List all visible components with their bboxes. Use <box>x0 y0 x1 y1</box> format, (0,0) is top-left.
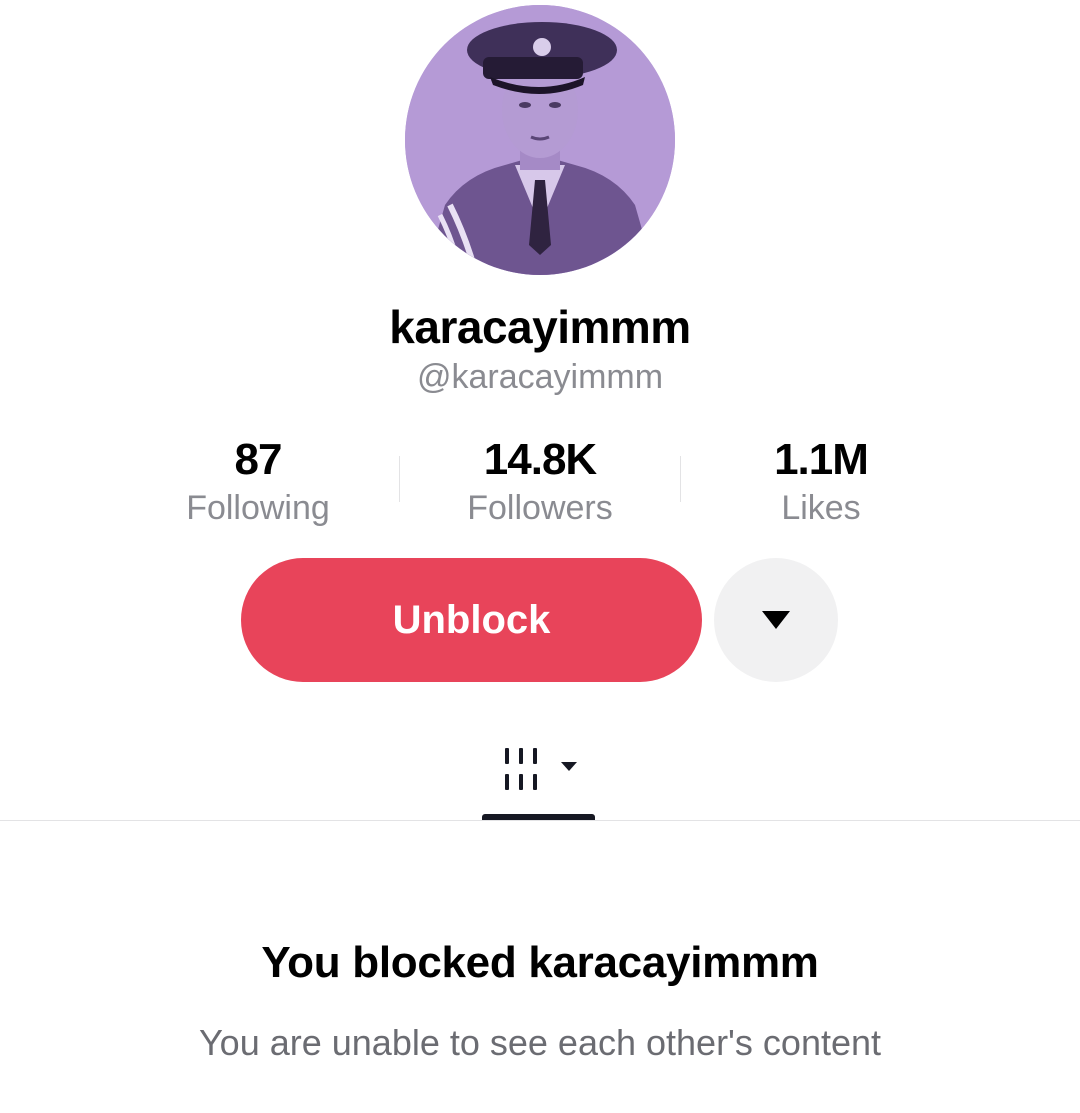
avatar[interactable] <box>405 5 675 275</box>
blocked-title: You blocked karacayimmm <box>261 938 819 987</box>
stat-following[interactable]: 87 Following <box>118 432 398 528</box>
tab-dropdown-caret <box>560 762 577 771</box>
likes-label: Likes <box>781 489 861 527</box>
username-handle: @karacayimmm <box>416 358 664 396</box>
display-name: karacayimmm <box>389 301 691 353</box>
blocked-subtitle: You are unable to see each other's conte… <box>198 1022 882 1063</box>
unblock-button[interactable]: Unblock <box>241 558 702 682</box>
grid-icon <box>504 748 577 790</box>
more-options-button[interactable] <box>714 558 838 682</box>
avatar-image <box>405 5 675 275</box>
following-label: Following <box>186 489 330 527</box>
profile-page: karacayimmm @karacayimmm 87 Following 14… <box>0 0 1080 1113</box>
followers-label: Followers <box>467 489 613 527</box>
following-count: 87 <box>234 435 283 484</box>
stat-followers[interactable]: 14.8K Followers <box>400 432 680 528</box>
tab-videos[interactable] <box>482 726 595 816</box>
likes-count: 1.1M <box>774 435 869 484</box>
tabs-divider <box>0 820 1080 821</box>
caret-down-icon <box>762 611 790 629</box>
followers-count: 14.8K <box>483 435 597 484</box>
stat-likes[interactable]: 1.1M Likes <box>681 432 961 528</box>
